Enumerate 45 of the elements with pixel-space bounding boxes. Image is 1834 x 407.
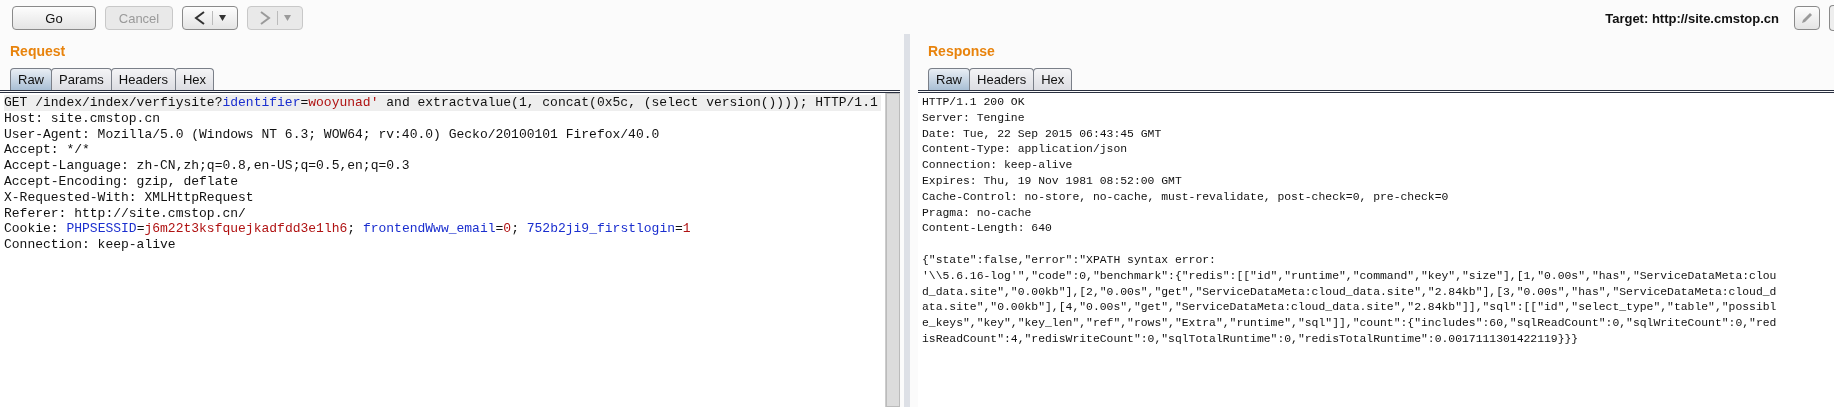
response-line: Connection: keep-alive (922, 158, 1074, 174)
request-line: Accept: */* (4, 142, 91, 159)
request-line: Referer: http://site.cmstop.cn/ (4, 205, 247, 222)
response-line: Cache-Control: no-store, no-cache, must-revalidate, post-check=0, pre-check=0 (922, 189, 1450, 205)
request-tab[interactable]: Params (51, 68, 112, 90)
response-line: Date: Tue, 22 Sep 2015 06:43:45 GMT (922, 126, 1163, 142)
partial-button[interactable] (1829, 5, 1834, 31)
back-button[interactable] (182, 6, 238, 30)
target-label: Target: http://site.cmstop.cn (1605, 10, 1779, 26)
request-line: Cookie: PHPSESSID=j6m22t3ksfquejkadfdd3e1lh6; frontendWww_email=0; 752b2ji9_firstlogin=1 (4, 221, 692, 238)
dropdown-triangle-icon (284, 15, 291, 21)
request-line: User-Agent: Mozilla/5.0 (Windows NT 6.3; WOW64; rv:40.0) Gecko/20100101 Firefox/40.0 (4, 126, 661, 143)
response-tab[interactable]: Headers (969, 68, 1035, 90)
dropdown-triangle-icon (219, 15, 226, 21)
request-line: Accept-Encoding: gzip, deflate (4, 174, 240, 190)
request-tab[interactable]: Hex (174, 68, 215, 90)
response-line: Expires: Thu, 19 Nov 1981 08:52:00 GMT (922, 174, 1183, 189)
left-chevron-icon (194, 11, 206, 25)
response-line: d_data.site","0.00kb"],[2,"0.00s","get","ServiceDataMeta:cloud_data.site","2.84kb"],[3,"0.00s","has","ServiceDataMeta:cloud_d (922, 284, 1778, 300)
request-editor[interactable] (0, 93, 900, 407)
request-line: Host: site.cmstop.cn (4, 110, 162, 127)
request-title: Request (9, 42, 67, 61)
request-line: Connection: keep-alive (4, 237, 177, 253)
response-line: ata.site","0.00kb"],[4,"0.00s","get","ServiceDataMeta:cloud_data.site","2.84kb"]],"sql":[["id","select_type","table","possibl (922, 300, 1778, 316)
response-tab[interactable]: Hex (1033, 68, 1073, 90)
scrollbar[interactable] (885, 93, 900, 407)
response-line: e_keys","key","key_len","ref","rows","Extra","runtime","sql"]],"count":{"includes":60,"sqlReadCount":0,"sqlWriteCount":0,"red (922, 316, 1778, 332)
go-button[interactable]: Go (12, 6, 96, 30)
response-line: HTTP/1.1 200 OK (922, 95, 1026, 110)
pencil-icon (1800, 11, 1814, 25)
response-line: Content-Type: application/json (922, 142, 1129, 158)
request-tab[interactable]: Headers (110, 68, 176, 90)
request-line: Accept-Language: zh-CN,zh;q=0.8,en-US;q=0.5,en;q=0.3 (4, 158, 411, 174)
response-line: Server: Tengine (922, 110, 1026, 126)
request-tab[interactable]: Raw (10, 68, 52, 90)
response-line: isReadCount":4,"redisWriteCount":0,"sqlTotalRuntime":0,"redisTotalRuntime":0.0017111301422119}}} (922, 331, 1580, 347)
response-title: Response (927, 42, 996, 61)
response-line: '\\5.6.16-log'","code":0,"benchmark":{"redis":[["id","runtime","command","key","size"],[1,"0.00s","has","ServiceDataMeta:clou (922, 268, 1778, 284)
response-line: {"state":false,"error":"XPATH syntax error: (922, 252, 1217, 268)
response-line: Content-Length: 640 (922, 221, 1053, 237)
right-chevron-icon (259, 11, 271, 25)
response-tab[interactable]: Raw (928, 68, 970, 90)
request-line: X-Requested-With: XMLHttpRequest (4, 189, 255, 206)
edit-target-button[interactable] (1794, 6, 1820, 30)
response-line: Pragma: no-cache (922, 205, 1033, 221)
